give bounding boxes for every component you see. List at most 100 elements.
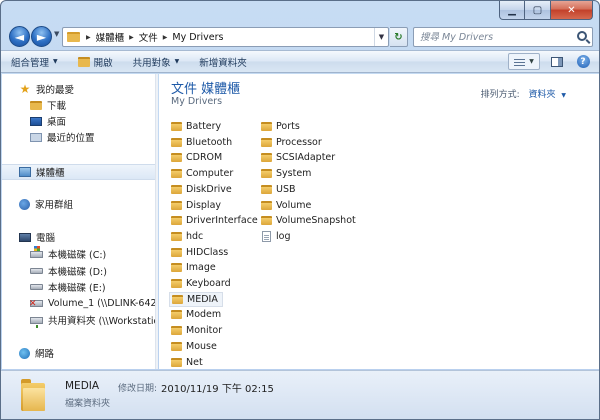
chevron-down-icon[interactable]: ▼	[529, 58, 534, 65]
file-item[interactable]: log	[259, 229, 294, 244]
folder-item[interactable]: SCSIAdapter	[259, 150, 339, 165]
nav-downloads[interactable]: 下載	[2, 97, 155, 113]
folder-item[interactable]: Ports	[259, 119, 304, 134]
organize-button[interactable]: 組合管理 ▼	[11, 55, 58, 69]
chevron-down-icon: ▼	[378, 33, 385, 41]
folder-item[interactable]: hdc	[169, 229, 207, 244]
folder-icon	[261, 200, 272, 210]
address-history-dropdown[interactable]: ▼	[374, 28, 388, 46]
folder-icon	[171, 357, 182, 367]
change-view-button[interactable]: ▼	[508, 53, 540, 70]
nav-computer[interactable]: 電腦	[2, 229, 155, 245]
folder-item[interactable]: Keyboard	[169, 276, 235, 291]
folder-item[interactable]: DiskDrive	[169, 182, 236, 197]
folder-icon	[171, 169, 182, 179]
desktop-icon	[30, 116, 42, 126]
item-label: VolumeSnapshot	[276, 215, 356, 227]
folder-item[interactable]: Monitor	[169, 323, 226, 338]
folder-item[interactable]: VolumeSnapshot	[259, 213, 360, 228]
nav-drive-d[interactable]: 本機磁碟 (D:)	[2, 263, 155, 279]
search-icon[interactable]	[577, 31, 587, 41]
chevron-down-icon: ▼	[174, 58, 180, 65]
breadcrumb-libraries[interactable]: 媒體櫃	[96, 30, 125, 44]
preview-pane-button[interactable]	[547, 53, 567, 70]
folder-item[interactable]: CDROM	[169, 150, 226, 165]
recent-pages-dropdown[interactable]: ▼	[54, 30, 59, 38]
computer-icon	[19, 232, 31, 242]
nav-libraries[interactable]: 媒體櫃	[2, 164, 155, 180]
search-input[interactable]	[414, 28, 564, 46]
item-label: Modem	[186, 309, 222, 321]
folder-item[interactable]: Net	[169, 355, 207, 370]
breadcrumb-documents[interactable]: 文件	[139, 30, 158, 44]
folder-item[interactable]: Image	[169, 260, 220, 275]
folder-item[interactable]: Modem	[169, 307, 225, 322]
address-bar[interactable]: ▶ 媒體櫃 ▶ 文件 ▶ My Drivers ▼	[62, 27, 389, 47]
open-button[interactable]: 開啟	[77, 55, 113, 69]
caption-buttons: ▁ ▢ ✕	[499, 1, 593, 20]
folder-icon	[171, 310, 182, 320]
arrange-by-dropdown[interactable]: 資料夾	[528, 90, 555, 100]
chevron-down-icon[interactable]: ▼	[561, 92, 566, 99]
folder-item[interactable]: DriverInterface	[169, 213, 262, 228]
nav-network[interactable]: 網路	[2, 345, 155, 361]
nav-drive-c[interactable]: 本機磁碟 (C:)	[2, 245, 155, 262]
folder-item[interactable]: HIDClass	[169, 245, 232, 260]
address-row: ◄ ► ▼ ▶ 媒體櫃 ▶ 文件 ▶ My Drivers ▼ ↻	[1, 23, 599, 49]
folder-item[interactable]: Mouse	[169, 339, 221, 354]
pane-splitter[interactable]	[155, 74, 158, 369]
close-button[interactable]: ✕	[551, 1, 593, 20]
nav-downloads-label: 下載	[47, 101, 67, 112]
help-button[interactable]: ?	[573, 53, 593, 70]
item-label: Display	[186, 199, 222, 211]
folder-icon	[171, 184, 182, 194]
minimize-button[interactable]: ▁	[499, 1, 525, 20]
chevron-right-icon[interactable]: ▶	[86, 34, 91, 41]
star-icon: ★	[19, 81, 31, 96]
forward-button[interactable]: ►	[31, 26, 52, 47]
chevron-right-icon[interactable]: ▶	[129, 34, 134, 41]
folder-icon	[172, 294, 183, 304]
nav-homegroup[interactable]: 家用群組	[2, 196, 155, 212]
chevron-right-icon[interactable]: ▶	[163, 34, 168, 41]
folder-icon	[261, 137, 272, 147]
item-label: Monitor	[186, 325, 223, 337]
refresh-button[interactable]: ↻	[390, 27, 408, 47]
maximize-button[interactable]: ▢	[525, 1, 551, 20]
folder-item[interactable]: Computer	[169, 166, 237, 181]
nav-favorites[interactable]: ★ 我的最愛	[2, 81, 155, 97]
share-with-button[interactable]: 共用對象 ▼	[133, 55, 180, 69]
navigation-pane[interactable]: ★ 我的最愛 下載 桌面 最近的位置 媒體櫃 家用群組 電腦 本機磁碟 (C:)…	[2, 74, 155, 369]
nav-volume-1[interactable]: Volume_1 (\\DLINK-642D3	[2, 295, 155, 311]
homegroup-icon	[19, 198, 30, 210]
folder-item[interactable]: Bluetooth	[169, 135, 236, 150]
nav-recent-places[interactable]: 最近的位置	[2, 129, 155, 145]
folder-icon	[261, 122, 272, 131]
nav-drive-e-label: 本機磁碟 (E:)	[48, 283, 106, 294]
item-label: DriverInterface	[186, 215, 258, 227]
folder-icon	[261, 153, 272, 163]
file-list-pane[interactable]: 文件 媒體櫃 My Drivers 排列方式: 資料夾 ▼ Battery Blu…	[159, 74, 599, 370]
folder-icon	[171, 341, 182, 351]
folder-item[interactable]: Processor	[259, 135, 326, 150]
library-subtitle: My Drivers	[171, 96, 223, 107]
folder-item[interactable]: Volume	[259, 198, 315, 213]
folder-item[interactable]: System	[259, 166, 315, 181]
item-label: USB	[276, 183, 296, 195]
folder-item[interactable]: MEDIA	[169, 291, 223, 307]
nav-volume-1-label: Volume_1 (\\DLINK-642D3	[48, 297, 155, 309]
new-folder-button[interactable]: 新增資料夾	[199, 55, 247, 69]
nav-shared-folder[interactable]: 共用資料夾 (\\Workstation	[2, 312, 155, 328]
breadcrumb-my-drivers[interactable]: My Drivers	[172, 32, 223, 43]
folder-item[interactable]: Battery	[169, 119, 225, 134]
folder-item[interactable]: Display	[169, 198, 225, 213]
item-label: log	[276, 230, 291, 242]
back-button[interactable]: ◄	[9, 26, 30, 47]
nav-drive-e[interactable]: 本機磁碟 (E:)	[2, 279, 155, 295]
folder-icon	[171, 279, 182, 288]
close-icon: ✕	[567, 4, 576, 16]
command-bar: 組合管理 ▼ 開啟 共用對象 ▼ 新增資料夾 ▼ ?	[1, 50, 599, 73]
folder-item[interactable]: USB	[259, 182, 300, 197]
nav-desktop[interactable]: 桌面	[2, 113, 155, 129]
maximize-icon: ▢	[532, 4, 543, 16]
